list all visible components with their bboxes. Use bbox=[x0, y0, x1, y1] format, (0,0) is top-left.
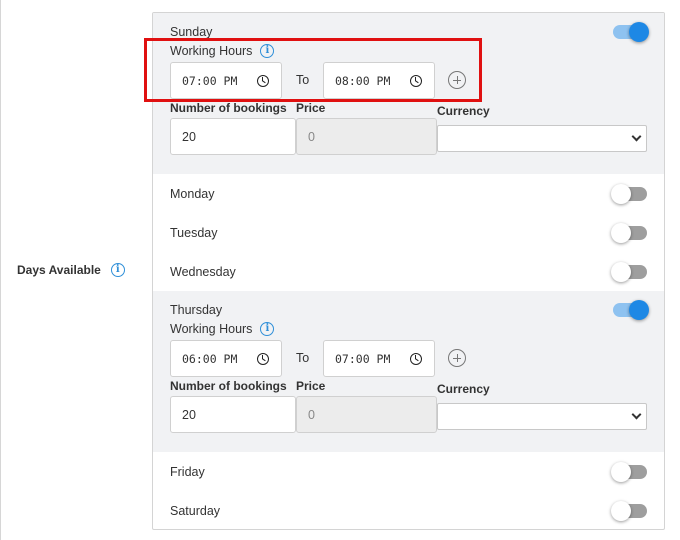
currency-label: Currency bbox=[437, 382, 490, 396]
price-input: 0 bbox=[296, 396, 437, 433]
days-available-text: Days Available bbox=[17, 263, 101, 277]
clock-icon[interactable] bbox=[410, 353, 422, 365]
highlight-box bbox=[144, 38, 482, 102]
bookings-label: Number of bookings bbox=[170, 101, 287, 115]
day-saturday: Saturday bbox=[153, 491, 664, 529]
toggle-wednesday[interactable] bbox=[611, 262, 647, 282]
day-name-thursday: Thursday bbox=[170, 303, 223, 317]
days-available-label: Days Available i bbox=[17, 263, 125, 277]
working-hours-text: Working Hours bbox=[170, 322, 253, 336]
day-friday: Friday bbox=[153, 452, 664, 491]
day-name-monday: Monday bbox=[170, 187, 215, 201]
info-icon[interactable]: i bbox=[110, 263, 125, 277]
day-name-wednesday: Wednesday bbox=[170, 265, 236, 279]
toggle-friday[interactable] bbox=[611, 462, 647, 482]
bookings-input[interactable]: 20 bbox=[170, 396, 296, 433]
bookings-label: Number of bookings bbox=[170, 379, 287, 393]
price-label: Price bbox=[296, 379, 326, 393]
day-tuesday: Tuesday bbox=[153, 213, 664, 252]
day-monday: Monday bbox=[153, 174, 664, 213]
day-name-tuesday: Tuesday bbox=[170, 226, 218, 240]
toggle-thursday[interactable] bbox=[613, 300, 649, 320]
to-label: To bbox=[296, 351, 310, 365]
start-time-value: 06:00 PM bbox=[182, 351, 238, 366]
info-icon[interactable]: i bbox=[260, 322, 275, 336]
bookings-value: 20 bbox=[182, 129, 196, 144]
day-wednesday: Wednesday bbox=[153, 252, 664, 291]
toggle-saturday[interactable] bbox=[611, 501, 647, 521]
chevron-down-icon bbox=[631, 409, 642, 420]
price-input: 0 bbox=[296, 118, 437, 155]
day-thursday: Thursday Working Hours i 06:00 PM To 07:… bbox=[153, 291, 664, 452]
currency-select[interactable] bbox=[437, 403, 647, 430]
currency-label: Currency bbox=[437, 104, 490, 118]
toggle-tuesday[interactable] bbox=[611, 223, 647, 243]
price-value: 0 bbox=[308, 407, 315, 422]
price-value: 0 bbox=[308, 129, 315, 144]
end-time-value: 07:00 PM bbox=[335, 351, 391, 366]
toggle-sunday[interactable] bbox=[613, 22, 649, 42]
end-time-input[interactable]: 07:00 PM bbox=[323, 340, 435, 377]
price-label: Price bbox=[296, 101, 326, 115]
clock-icon[interactable] bbox=[257, 353, 269, 365]
add-time-slot-icon[interactable] bbox=[448, 349, 466, 367]
bookings-value: 20 bbox=[182, 407, 196, 422]
chevron-down-icon bbox=[631, 131, 642, 142]
working-hours-label: Working Hours i bbox=[170, 322, 275, 336]
toggle-monday[interactable] bbox=[611, 184, 647, 204]
day-name-friday: Friday bbox=[170, 465, 205, 479]
day-name-saturday: Saturday bbox=[170, 504, 221, 518]
left-border bbox=[0, 0, 1, 540]
start-time-input[interactable]: 06:00 PM bbox=[170, 340, 282, 377]
bookings-input[interactable]: 20 bbox=[170, 118, 296, 155]
currency-select[interactable] bbox=[437, 125, 647, 152]
day-name-sunday: Sunday bbox=[170, 25, 213, 39]
